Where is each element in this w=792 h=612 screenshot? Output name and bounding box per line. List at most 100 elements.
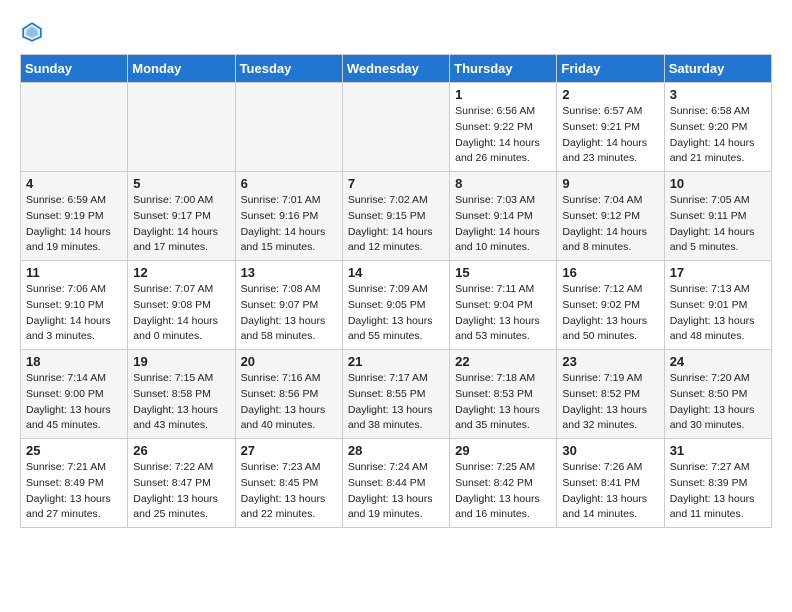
calendar-week-1: 4 Sunrise: 6:59 AMSunset: 9:19 PMDaylight… bbox=[21, 172, 772, 261]
calendar-cell: 31Sunrise: 7:27 AMSunset: 8:39 PMDayligh… bbox=[664, 439, 771, 528]
day-number: 28 bbox=[348, 443, 444, 458]
day-info: Sunrise: 6:57 AMSunset: 9:21 PMDaylight:… bbox=[562, 104, 658, 167]
page-header bbox=[20, 20, 772, 44]
calendar-cell: 14 Sunrise: 7:09 AMSunset: 9:05 PMDayligh… bbox=[342, 261, 449, 350]
calendar-cell: 10 Sunrise: 7:05 AMSunset: 9:11 PMDayligh… bbox=[664, 172, 771, 261]
day-number: 25 bbox=[26, 443, 122, 458]
calendar-cell: 4 Sunrise: 6:59 AMSunset: 9:19 PMDaylight… bbox=[21, 172, 128, 261]
calendar-cell: 28 Sunrise: 7:24 AMSunset: 8:44 PMDayligh… bbox=[342, 439, 449, 528]
calendar-week-2: 11 Sunrise: 7:06 AMSunset: 9:10 PMDayligh… bbox=[21, 261, 772, 350]
col-header-tuesday: Tuesday bbox=[235, 55, 342, 83]
day-number: 5 bbox=[133, 176, 229, 191]
day-number: 19 bbox=[133, 354, 229, 369]
day-number: 7 bbox=[348, 176, 444, 191]
day-number: 6 bbox=[241, 176, 337, 191]
day-number: 3 bbox=[670, 87, 766, 102]
day-info: Sunrise: 7:06 AMSunset: 9:10 PMDaylight:… bbox=[26, 282, 122, 345]
calendar-cell: 30 Sunrise: 7:26 AMSunset: 8:41 PMDayligh… bbox=[557, 439, 664, 528]
calendar-cell bbox=[128, 83, 235, 172]
calendar-cell: 27 Sunrise: 7:23 AMSunset: 8:45 PMDayligh… bbox=[235, 439, 342, 528]
day-info: Sunrise: 7:23 AMSunset: 8:45 PMDaylight:… bbox=[241, 460, 337, 523]
calendar-cell: 21 Sunrise: 7:17 AMSunset: 8:55 PMDayligh… bbox=[342, 350, 449, 439]
calendar-cell: 15 Sunrise: 7:11 AMSunset: 9:04 PMDayligh… bbox=[450, 261, 557, 350]
calendar-cell: 9 Sunrise: 7:04 AMSunset: 9:12 PMDaylight… bbox=[557, 172, 664, 261]
calendar-cell: 1Sunrise: 6:56 AMSunset: 9:22 PMDaylight… bbox=[450, 83, 557, 172]
day-number: 10 bbox=[670, 176, 766, 191]
calendar-cell: 12 Sunrise: 7:07 AMSunset: 9:08 PMDayligh… bbox=[128, 261, 235, 350]
calendar-week-4: 25 Sunrise: 7:21 AMSunset: 8:49 PMDayligh… bbox=[21, 439, 772, 528]
calendar-cell: 25 Sunrise: 7:21 AMSunset: 8:49 PMDayligh… bbox=[21, 439, 128, 528]
day-info: Sunrise: 7:00 AMSunset: 9:17 PMDaylight:… bbox=[133, 193, 229, 256]
day-info: Sunrise: 7:26 AMSunset: 8:41 PMDaylight:… bbox=[562, 460, 658, 523]
day-number: 13 bbox=[241, 265, 337, 280]
day-info: Sunrise: 7:16 AMSunset: 8:56 PMDaylight:… bbox=[241, 371, 337, 434]
day-info: Sunrise: 7:04 AMSunset: 9:12 PMDaylight:… bbox=[562, 193, 658, 256]
day-number: 27 bbox=[241, 443, 337, 458]
day-info: Sunrise: 7:14 AMSunset: 9:00 PMDaylight:… bbox=[26, 371, 122, 434]
day-number: 15 bbox=[455, 265, 551, 280]
day-number: 9 bbox=[562, 176, 658, 191]
day-info: Sunrise: 7:15 AMSunset: 8:58 PMDaylight:… bbox=[133, 371, 229, 434]
day-number: 23 bbox=[562, 354, 658, 369]
day-info: Sunrise: 7:18 AMSunset: 8:53 PMDaylight:… bbox=[455, 371, 551, 434]
col-header-sunday: Sunday bbox=[21, 55, 128, 83]
col-header-wednesday: Wednesday bbox=[342, 55, 449, 83]
day-number: 21 bbox=[348, 354, 444, 369]
day-info: Sunrise: 7:24 AMSunset: 8:44 PMDaylight:… bbox=[348, 460, 444, 523]
day-info: Sunrise: 7:17 AMSunset: 8:55 PMDaylight:… bbox=[348, 371, 444, 434]
day-number: 2 bbox=[562, 87, 658, 102]
day-number: 16 bbox=[562, 265, 658, 280]
day-number: 31 bbox=[670, 443, 766, 458]
calendar-cell: 18 Sunrise: 7:14 AMSunset: 9:00 PMDayligh… bbox=[21, 350, 128, 439]
calendar-cell: 6 Sunrise: 7:01 AMSunset: 9:16 PMDaylight… bbox=[235, 172, 342, 261]
day-number: 24 bbox=[670, 354, 766, 369]
calendar-week-3: 18 Sunrise: 7:14 AMSunset: 9:00 PMDayligh… bbox=[21, 350, 772, 439]
calendar-cell bbox=[235, 83, 342, 172]
day-number: 14 bbox=[348, 265, 444, 280]
day-number: 12 bbox=[133, 265, 229, 280]
day-info: Sunrise: 7:11 AMSunset: 9:04 PMDaylight:… bbox=[455, 282, 551, 345]
calendar-cell: 5 Sunrise: 7:00 AMSunset: 9:17 PMDaylight… bbox=[128, 172, 235, 261]
day-info: Sunrise: 6:59 AMSunset: 9:19 PMDaylight:… bbox=[26, 193, 122, 256]
day-info: Sunrise: 7:25 AMSunset: 8:42 PMDaylight:… bbox=[455, 460, 551, 523]
col-header-thursday: Thursday bbox=[450, 55, 557, 83]
day-number: 22 bbox=[455, 354, 551, 369]
calendar-cell: 3Sunrise: 6:58 AMSunset: 9:20 PMDaylight… bbox=[664, 83, 771, 172]
calendar-cell: 20Sunrise: 7:16 AMSunset: 8:56 PMDayligh… bbox=[235, 350, 342, 439]
day-number: 4 bbox=[26, 176, 122, 191]
day-number: 11 bbox=[26, 265, 122, 280]
day-info: Sunrise: 7:13 AMSunset: 9:01 PMDaylight:… bbox=[670, 282, 766, 345]
col-header-friday: Friday bbox=[557, 55, 664, 83]
day-info: Sunrise: 7:02 AMSunset: 9:15 PMDaylight:… bbox=[348, 193, 444, 256]
calendar-cell: 11 Sunrise: 7:06 AMSunset: 9:10 PMDayligh… bbox=[21, 261, 128, 350]
calendar-cell: 24Sunrise: 7:20 AMSunset: 8:50 PMDayligh… bbox=[664, 350, 771, 439]
day-number: 18 bbox=[26, 354, 122, 369]
calendar-cell: 17Sunrise: 7:13 AMSunset: 9:01 PMDayligh… bbox=[664, 261, 771, 350]
calendar-cell: 22 Sunrise: 7:18 AMSunset: 8:53 PMDayligh… bbox=[450, 350, 557, 439]
calendar-cell: 26 Sunrise: 7:22 AMSunset: 8:47 PMDayligh… bbox=[128, 439, 235, 528]
calendar-cell: 7 Sunrise: 7:02 AMSunset: 9:15 PMDaylight… bbox=[342, 172, 449, 261]
day-number: 30 bbox=[562, 443, 658, 458]
calendar-cell: 8 Sunrise: 7:03 AMSunset: 9:14 PMDaylight… bbox=[450, 172, 557, 261]
day-number: 29 bbox=[455, 443, 551, 458]
calendar-cell bbox=[21, 83, 128, 172]
calendar-cell: 16 Sunrise: 7:12 AMSunset: 9:02 PMDayligh… bbox=[557, 261, 664, 350]
day-number: 8 bbox=[455, 176, 551, 191]
day-info: Sunrise: 7:07 AMSunset: 9:08 PMDaylight:… bbox=[133, 282, 229, 345]
calendar-cell: 13 Sunrise: 7:08 AMSunset: 9:07 PMDayligh… bbox=[235, 261, 342, 350]
day-info: Sunrise: 7:08 AMSunset: 9:07 PMDaylight:… bbox=[241, 282, 337, 345]
calendar-cell: 29 Sunrise: 7:25 AMSunset: 8:42 PMDayligh… bbox=[450, 439, 557, 528]
day-info: Sunrise: 7:12 AMSunset: 9:02 PMDaylight:… bbox=[562, 282, 658, 345]
day-info: Sunrise: 7:03 AMSunset: 9:14 PMDaylight:… bbox=[455, 193, 551, 256]
day-number: 1 bbox=[455, 87, 551, 102]
day-number: 26 bbox=[133, 443, 229, 458]
calendar-table: SundayMondayTuesdayWednesdayThursdayFrid… bbox=[20, 54, 772, 528]
calendar-cell bbox=[342, 83, 449, 172]
day-info: Sunrise: 7:21 AMSunset: 8:49 PMDaylight:… bbox=[26, 460, 122, 523]
day-info: Sunrise: 7:05 AMSunset: 9:11 PMDaylight:… bbox=[670, 193, 766, 256]
col-header-saturday: Saturday bbox=[664, 55, 771, 83]
day-info: Sunrise: 7:01 AMSunset: 9:16 PMDaylight:… bbox=[241, 193, 337, 256]
day-info: Sunrise: 7:19 AMSunset: 8:52 PMDaylight:… bbox=[562, 371, 658, 434]
day-info: Sunrise: 7:09 AMSunset: 9:05 PMDaylight:… bbox=[348, 282, 444, 345]
day-info: Sunrise: 7:22 AMSunset: 8:47 PMDaylight:… bbox=[133, 460, 229, 523]
